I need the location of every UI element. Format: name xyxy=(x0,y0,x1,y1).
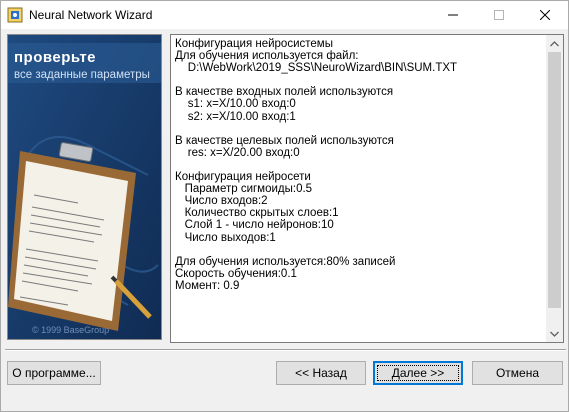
maximize-button[interactable] xyxy=(476,1,522,29)
chevron-down-icon xyxy=(550,331,559,337)
window-title: Neural Network Wizard xyxy=(29,8,153,22)
about-button[interactable]: О программе... xyxy=(7,361,101,385)
divider xyxy=(5,349,566,351)
back-button[interactable]: << Назад xyxy=(276,361,366,385)
next-button[interactable]: Далее >> xyxy=(373,361,463,385)
title-bar[interactable]: Neural Network Wizard xyxy=(1,1,568,29)
scroll-thumb[interactable] xyxy=(548,52,561,308)
banner-subheading: все заданные параметры xyxy=(14,69,150,81)
cancel-button[interactable]: Отмена xyxy=(472,361,563,385)
app-icon xyxy=(7,7,23,23)
scroll-up-button[interactable] xyxy=(546,35,563,52)
maximize-icon xyxy=(494,10,504,20)
minimize-button[interactable] xyxy=(430,1,476,29)
wizard-banner-image: проверьте все заданные параметры © 1999 … xyxy=(7,34,162,340)
summary-text-box[interactable]: Конфигурация нейросистемы Для обучения и… xyxy=(170,34,564,343)
banner-heading: проверьте xyxy=(14,49,97,66)
banner-copyright: © 1999 BaseGroup xyxy=(32,325,110,335)
chevron-up-icon xyxy=(550,40,559,46)
scroll-down-button[interactable] xyxy=(546,325,563,342)
summary-text: Конфигурация нейросистемы Для обучения и… xyxy=(175,38,458,292)
minimize-icon xyxy=(448,14,458,16)
focus-rectangle xyxy=(377,365,459,381)
wizard-window: Neural Network Wizard проверьте все зада… xyxy=(0,0,569,412)
vertical-scrollbar[interactable] xyxy=(546,35,563,342)
close-icon xyxy=(540,10,550,20)
close-button[interactable] xyxy=(522,1,568,29)
